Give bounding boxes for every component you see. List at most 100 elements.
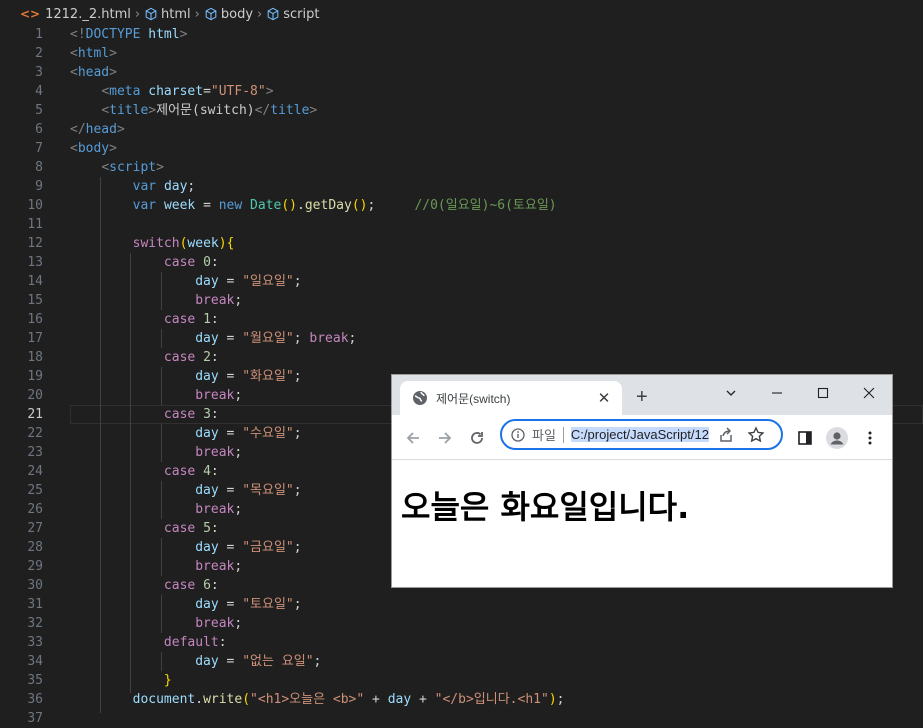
code-text: break; [195, 388, 243, 403]
reload-icon[interactable] [466, 427, 488, 449]
code-text: default: [163, 635, 227, 650]
code-text: day = "화요일"; [195, 369, 302, 384]
bookmark-star-icon[interactable] [747, 425, 765, 444]
code-line: 13 case 0: [0, 253, 923, 272]
code-line: 14 day = "일요일"; [0, 272, 923, 291]
indent-guide [161, 367, 162, 405]
side-panel-icon[interactable] [794, 427, 816, 449]
tab-title: 제어문(switch) [436, 391, 511, 406]
code-text: var day; [132, 179, 196, 194]
code-line: 31 day = "토요일"; [0, 595, 923, 614]
code-line: 8 <script> [0, 158, 923, 177]
line-number: 3 [35, 65, 43, 80]
line-number: 37 [27, 711, 43, 726]
breadcrumb-item-label: html [161, 6, 191, 22]
code-text: break; [195, 445, 243, 460]
code-text: break; [195, 616, 243, 631]
code-line: 5 <title>제어문(switch)</title> [0, 101, 923, 120]
breadcrumb-item-body[interactable]: body [204, 7, 253, 22]
code-line: 1 <!DOCTYPE html> [0, 25, 923, 44]
code-line: 32 break; [0, 614, 923, 633]
chevron-right-icon: › [194, 6, 200, 22]
code-line: 3 <head> [0, 63, 923, 82]
code-text: case 1: [163, 312, 219, 327]
line-number: 30 [27, 578, 43, 593]
address-bar[interactable]: 파일 C:/project/JavaScript/1212._2.html [500, 419, 783, 450]
line-number: 8 [35, 160, 43, 175]
line-number: 18 [27, 350, 43, 365]
line-number: 7 [35, 141, 43, 156]
code-line: 17 day = "월요일"; break; [0, 329, 923, 348]
info-icon[interactable] [511, 427, 525, 442]
code-text: case 6: [163, 578, 219, 593]
code-text: day = "월요일"; break; [195, 331, 357, 346]
code-text: <body> [70, 141, 117, 156]
line-number: 14 [27, 274, 43, 289]
code-text: break; [195, 293, 243, 308]
indent-guide [130, 253, 131, 693]
code-line: 35 } [0, 671, 923, 690]
indent-guide [161, 595, 162, 633]
close-tab-icon[interactable]: ✕ [594, 389, 614, 407]
code-text: break; [195, 502, 243, 517]
code-text: <html> [70, 46, 117, 61]
indent-guide [100, 177, 101, 713]
line-number: 17 [27, 331, 43, 346]
code-line: 6 </head> [0, 120, 923, 139]
line-number: 5 [35, 103, 43, 118]
line-number: 32 [27, 616, 43, 631]
line-number: 20 [27, 388, 43, 403]
profile-avatar[interactable] [826, 427, 848, 449]
minimize-icon[interactable] [765, 381, 789, 405]
code-text: case 2: [163, 350, 219, 365]
indent-guide [161, 652, 162, 671]
line-number: 16 [27, 312, 43, 327]
browser-tab[interactable]: 제어문(switch) ✕ [400, 381, 622, 415]
indent-guide [161, 329, 162, 348]
new-tab-icon[interactable]: + [636, 385, 648, 409]
code-text: document.write("<h1>오늘은 <b>" + day + "</… [132, 692, 565, 707]
code-line: 7 <body> [0, 139, 923, 158]
code-line: 37 [0, 709, 923, 728]
code-text: day = "토요일"; [195, 597, 302, 612]
code-line: 33 default: [0, 633, 923, 652]
code-text: day = "없는 요일"; [195, 654, 322, 669]
line-number: 1 [35, 27, 43, 42]
line-number: 34 [27, 654, 43, 669]
code-line: 15 break; [0, 291, 923, 310]
breadcrumb-item-script[interactable]: script [266, 7, 319, 22]
line-number: 12 [27, 236, 43, 251]
share-icon[interactable] [717, 426, 735, 444]
url-text[interactable]: C:/project/JavaScript/1212._2.html [570, 427, 709, 442]
close-window-icon[interactable] [857, 381, 881, 405]
code-text: <meta charset="UTF-8"> [101, 84, 274, 99]
line-number: 31 [27, 597, 43, 612]
code-text: day = "일요일"; [195, 274, 302, 289]
maximize-icon[interactable] [811, 381, 835, 405]
line-number: 28 [27, 540, 43, 555]
line-number: 13 [27, 255, 43, 270]
code-text: break; [195, 559, 243, 574]
breadcrumb-item-html[interactable]: html [144, 7, 191, 22]
code-text: case 4: [163, 464, 219, 479]
more-menu-icon[interactable] [859, 427, 881, 449]
breadcrumb-file-label: 1212._2.html [45, 6, 131, 22]
line-number: 9 [35, 179, 43, 194]
breadcrumb-file[interactable]: <> 1212._2.html [20, 7, 131, 22]
breadcrumb-item-label: script [283, 6, 320, 22]
code-line: 34 day = "없는 요일"; [0, 652, 923, 671]
cube-icon [145, 7, 157, 21]
code-text: <script> [101, 160, 164, 175]
page-heading: 오늘은 화요일입니다. [401, 482, 689, 528]
indent-guide [161, 538, 162, 576]
tab-search-icon[interactable] [719, 381, 743, 405]
back-icon[interactable] [402, 427, 424, 449]
line-number: 4 [35, 84, 43, 99]
line-number: 33 [27, 635, 43, 650]
code-text: day = "금요일"; [195, 540, 302, 555]
code-text: var week = new Date().getDay(); //0(일요일)… [132, 198, 557, 213]
line-number: 19 [27, 369, 43, 384]
html-file-icon: <> [20, 7, 41, 21]
heading-prefix: 오늘은 [401, 488, 501, 526]
forward-icon[interactable] [434, 427, 456, 449]
